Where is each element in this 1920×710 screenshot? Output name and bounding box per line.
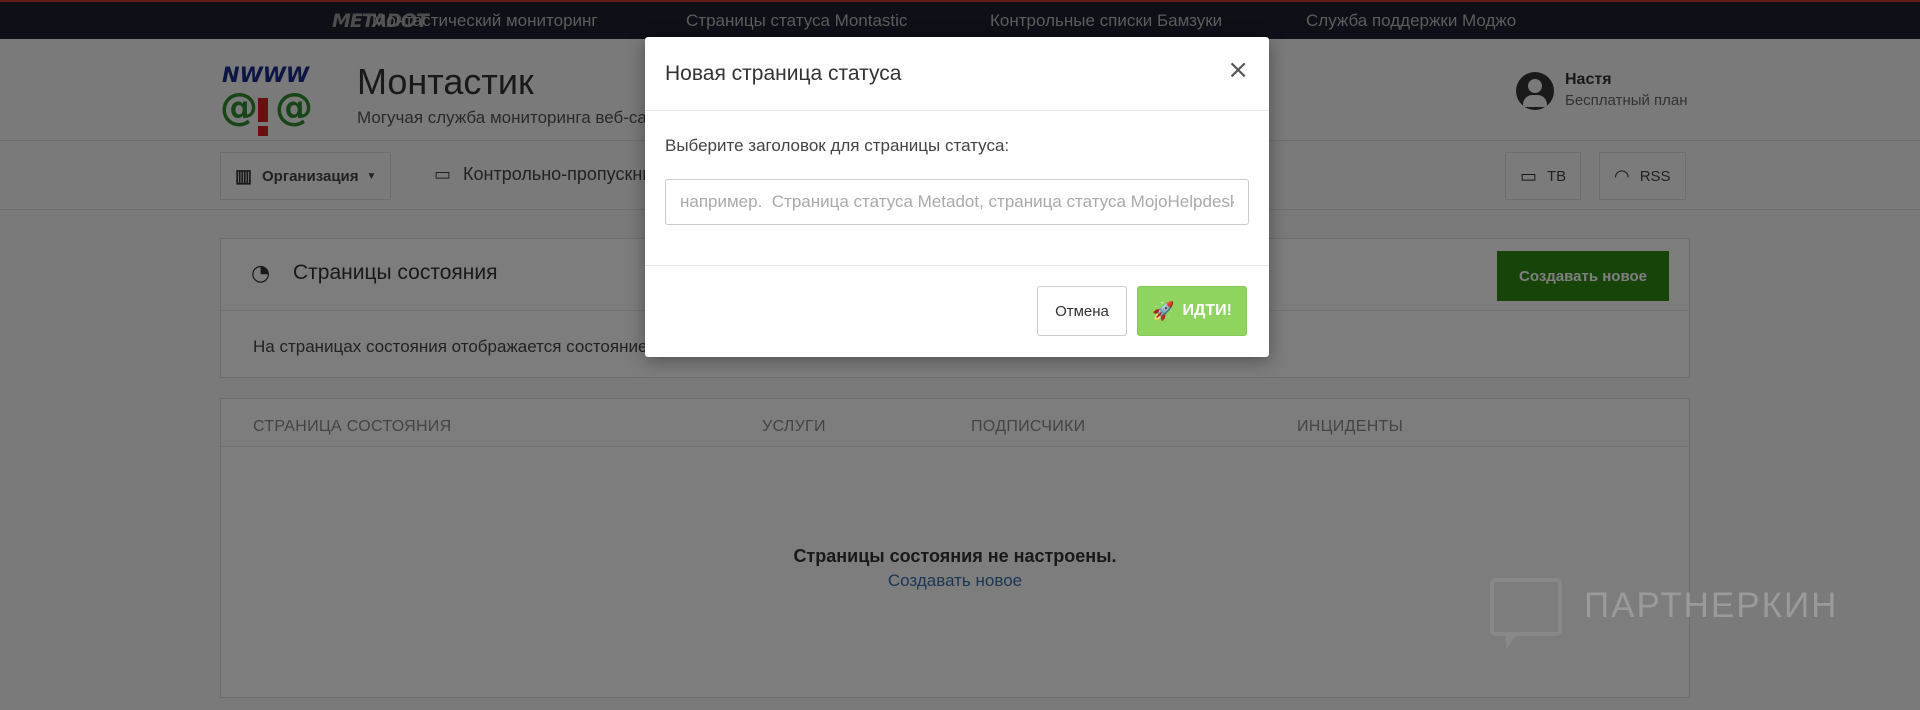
go-button-label: ИДТИ!: [1182, 302, 1232, 319]
new-status-page-modal: Новая страница статуса × Выберите заголо…: [645, 37, 1269, 357]
cancel-button[interactable]: Отмена: [1037, 286, 1127, 336]
watermark-text: ПАРТНЕРКИН: [1584, 586, 1839, 625]
go-button[interactable]: 🚀 ИДТИ!: [1137, 286, 1247, 336]
modal-footer: Отмена 🚀 ИДТИ!: [645, 265, 1269, 357]
modal-header: Новая страница статуса ×: [645, 37, 1269, 111]
rocket-icon: 🚀: [1152, 300, 1175, 321]
status-page-title-label: Выберите заголовок для страницы статуса:: [665, 136, 1010, 155]
watermark-icon: [1490, 578, 1562, 650]
modal-title: Новая страница статуса: [665, 62, 902, 85]
close-icon[interactable]: ×: [1227, 57, 1249, 83]
status-page-title-input[interactable]: [665, 179, 1249, 225]
